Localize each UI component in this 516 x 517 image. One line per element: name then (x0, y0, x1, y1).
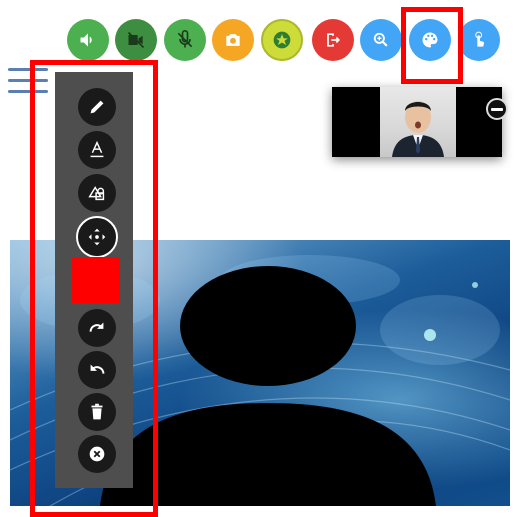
zoom-button[interactable] (360, 19, 402, 61)
snapshot-button[interactable] (212, 19, 254, 61)
camera-icon (226, 34, 240, 46)
touch-button[interactable] (458, 19, 500, 61)
minimize-thumbnail-button[interactable] (486, 98, 508, 120)
highlight-drawing-toolbar (30, 60, 158, 517)
participant-image (380, 87, 456, 157)
zoom-icon (373, 32, 388, 47)
self-video-thumbnail[interactable] (332, 87, 502, 157)
minus-icon (491, 107, 503, 111)
star-icon (273, 31, 291, 49)
exit-icon (327, 33, 341, 47)
mic-off-button[interactable] (164, 19, 206, 61)
mic-off-icon (177, 30, 193, 48)
camera-off-button[interactable] (115, 19, 157, 61)
favorite-button[interactable] (261, 19, 303, 61)
touch-icon (475, 31, 485, 47)
speaker-button[interactable] (67, 19, 109, 61)
speaker-icon (80, 33, 92, 47)
highlight-palette (401, 7, 463, 84)
exit-button[interactable] (312, 19, 354, 61)
video-off-icon (127, 31, 145, 49)
